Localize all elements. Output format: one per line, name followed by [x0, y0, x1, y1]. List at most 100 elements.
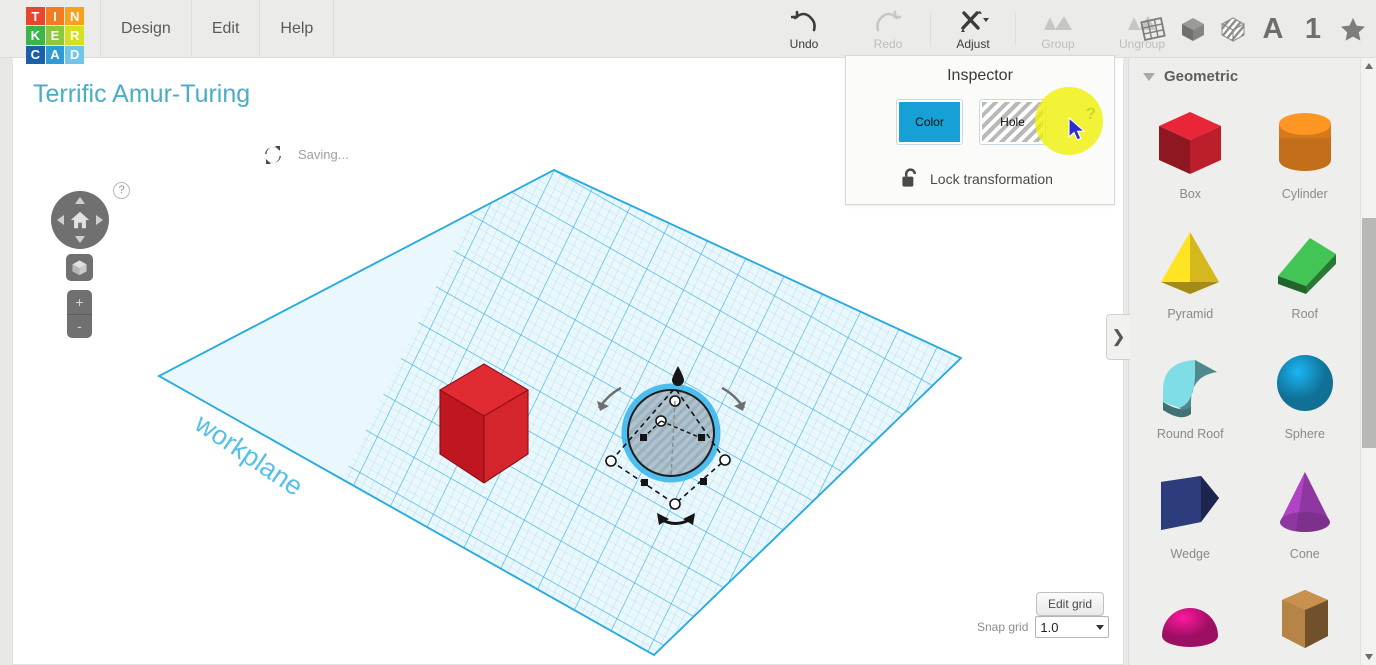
box-object[interactable] [438, 363, 530, 484]
shapes-library-panel: Geometric Box Cylinder Pyramid Roof Round Ro… [1128, 58, 1376, 665]
center-handle [655, 415, 667, 427]
design-title[interactable]: Terrific Amur-Turing [33, 80, 250, 109]
logo-cell-k: K [26, 26, 45, 45]
object-type-toolbar: A1 [1133, 0, 1373, 58]
shape-item-hexagonal-prism[interactable]: Hexagonal Prism [1248, 575, 1363, 665]
grid-icon[interactable] [1133, 0, 1173, 58]
logo-cell-i: I [45, 7, 65, 26]
edit-grid-button[interactable]: Edit grid [1036, 592, 1105, 616]
color-swatch-button[interactable]: Color [896, 99, 963, 145]
halfsphere-icon [1151, 581, 1229, 665]
logo-cell-a: A [45, 45, 65, 64]
snap-grid-select[interactable]: 1.0 [1035, 616, 1110, 638]
snap-grid-value: 1.0 [1040, 619, 1059, 635]
inspector-panel: Inspector Color Hole ? Lock transformati… [845, 55, 1115, 205]
lock-transformation-row[interactable]: Lock transformation [901, 168, 1053, 189]
shape-label: Box [1179, 187, 1202, 201]
triangle-down-icon[interactable] [1143, 72, 1155, 81]
logo-cell-r: R [65, 26, 84, 45]
arrow-up-icon[interactable] [75, 197, 85, 204]
shape-item-wedge[interactable]: Wedge [1133, 455, 1248, 575]
text-letter-a-icon[interactable]: A [1253, 0, 1293, 58]
shape-item-cylinder[interactable]: Cylinder [1248, 95, 1363, 215]
pyramid-icon [1151, 221, 1229, 305]
sphere-object[interactable] [597, 366, 746, 525]
mouse-cursor-icon [1068, 117, 1086, 141]
scroll-up-arrow[interactable] [1365, 63, 1373, 69]
shape-item-cone[interactable]: Cone [1248, 455, 1363, 575]
save-status: Saving... [298, 147, 349, 162]
undo-icon [791, 8, 817, 34]
color-swatch-label: Color [915, 115, 944, 129]
shape-label: Wedge [1170, 547, 1210, 561]
snap-grid-control: Snap grid 1.0 [977, 616, 1110, 638]
unlocked-padlock-icon [902, 168, 917, 187]
shape-item-pyramid[interactable]: Pyramid [1133, 215, 1248, 335]
zoom-in-button[interactable]: + [67, 290, 92, 315]
inspector-help-button[interactable]: ? [1086, 104, 1096, 124]
lock-transformation-label: Lock transformation [930, 170, 1053, 187]
resize-handle [719, 454, 731, 466]
inspector-title: Inspector [947, 67, 1013, 84]
resize-handle [669, 395, 681, 407]
group-button: Group [1016, 0, 1100, 58]
hole-swatch-label: Hole [1000, 115, 1025, 129]
shape-item-roof[interactable]: Roof [1248, 215, 1363, 335]
scroll-down-arrow[interactable] [1365, 654, 1373, 660]
menu-help[interactable]: Help [260, 0, 335, 58]
logo-cell-n: N [65, 7, 84, 26]
resize-handle [669, 498, 681, 510]
redo-label: Redo [873, 36, 903, 51]
wedge-icon [1151, 461, 1229, 545]
arrow-down-icon[interactable] [75, 236, 85, 243]
shape-item-sphere[interactable]: Sphere [1248, 335, 1363, 455]
edge-handle [640, 434, 647, 441]
star-icon[interactable] [1333, 0, 1373, 58]
viewport-help-button[interactable]: ? [113, 182, 130, 199]
shape-label: Cone [1289, 547, 1320, 561]
group-label: Group [1041, 36, 1075, 51]
logo-cell-t: T [26, 7, 45, 26]
adjust-icon [957, 8, 989, 34]
tinkercad-logo[interactable]: TIN KER CAD [26, 7, 84, 64]
shape-label: Round Roof [1156, 427, 1224, 441]
zoom-controls[interactable]: + - [67, 290, 92, 338]
home-icon[interactable] [69, 209, 91, 231]
redo-icon [875, 8, 901, 34]
arrow-left-icon[interactable] [57, 215, 64, 225]
hole-swatch-button[interactable]: Hole [979, 99, 1046, 145]
snap-grid-label: Snap grid [977, 620, 1029, 634]
zoom-out-button[interactable]: - [67, 315, 92, 339]
undo-button[interactable]: Undo [762, 0, 846, 58]
fit-view-cube-button[interactable] [66, 254, 93, 281]
menu-edit[interactable]: Edit [192, 0, 261, 58]
shapes-category-label: Geometric [1164, 68, 1239, 85]
number-one-icon[interactable]: 1 [1293, 0, 1333, 58]
shape-label: Pyramid [1167, 307, 1214, 321]
roundroof-icon [1151, 341, 1229, 425]
shapes-category-header[interactable]: Geometric [1129, 58, 1376, 91]
solid-cube-icon[interactable] [1173, 0, 1213, 58]
edge-handle [641, 479, 648, 486]
arrow-right-icon[interactable] [96, 215, 103, 225]
shape-label: Roof [1291, 307, 1318, 321]
shape-item-box[interactable]: Box [1133, 95, 1248, 215]
undo-label: Undo [789, 36, 819, 51]
shapes-scrollbar[interactable] [1360, 58, 1376, 665]
main-menu: Design Edit Help [100, 0, 335, 58]
view-navigation-widget[interactable] [51, 191, 109, 249]
sync-icon [261, 143, 285, 167]
scrollbar-thumb[interactable] [1362, 218, 1376, 448]
adjust-button[interactable]: Adjust [931, 0, 1015, 58]
cylinder-icon [1266, 101, 1344, 185]
hole-cube-icon[interactable] [1213, 0, 1253, 58]
panel-collapse-tab[interactable]: ❯ [1106, 314, 1130, 360]
shape-item-half-sphere[interactable]: Half Sphere [1133, 575, 1248, 665]
shapes-grid: Box Cylinder Pyramid Roof Round Roof Sphere We… [1129, 91, 1376, 665]
menu-design[interactable]: Design [100, 0, 192, 58]
redo-button: Redo [846, 0, 930, 58]
shape-item-round-roof[interactable]: Round Roof [1133, 335, 1248, 455]
box-icon [1151, 101, 1229, 185]
chevron-down-icon [1096, 624, 1105, 630]
shape-label: Cylinder [1281, 187, 1328, 201]
